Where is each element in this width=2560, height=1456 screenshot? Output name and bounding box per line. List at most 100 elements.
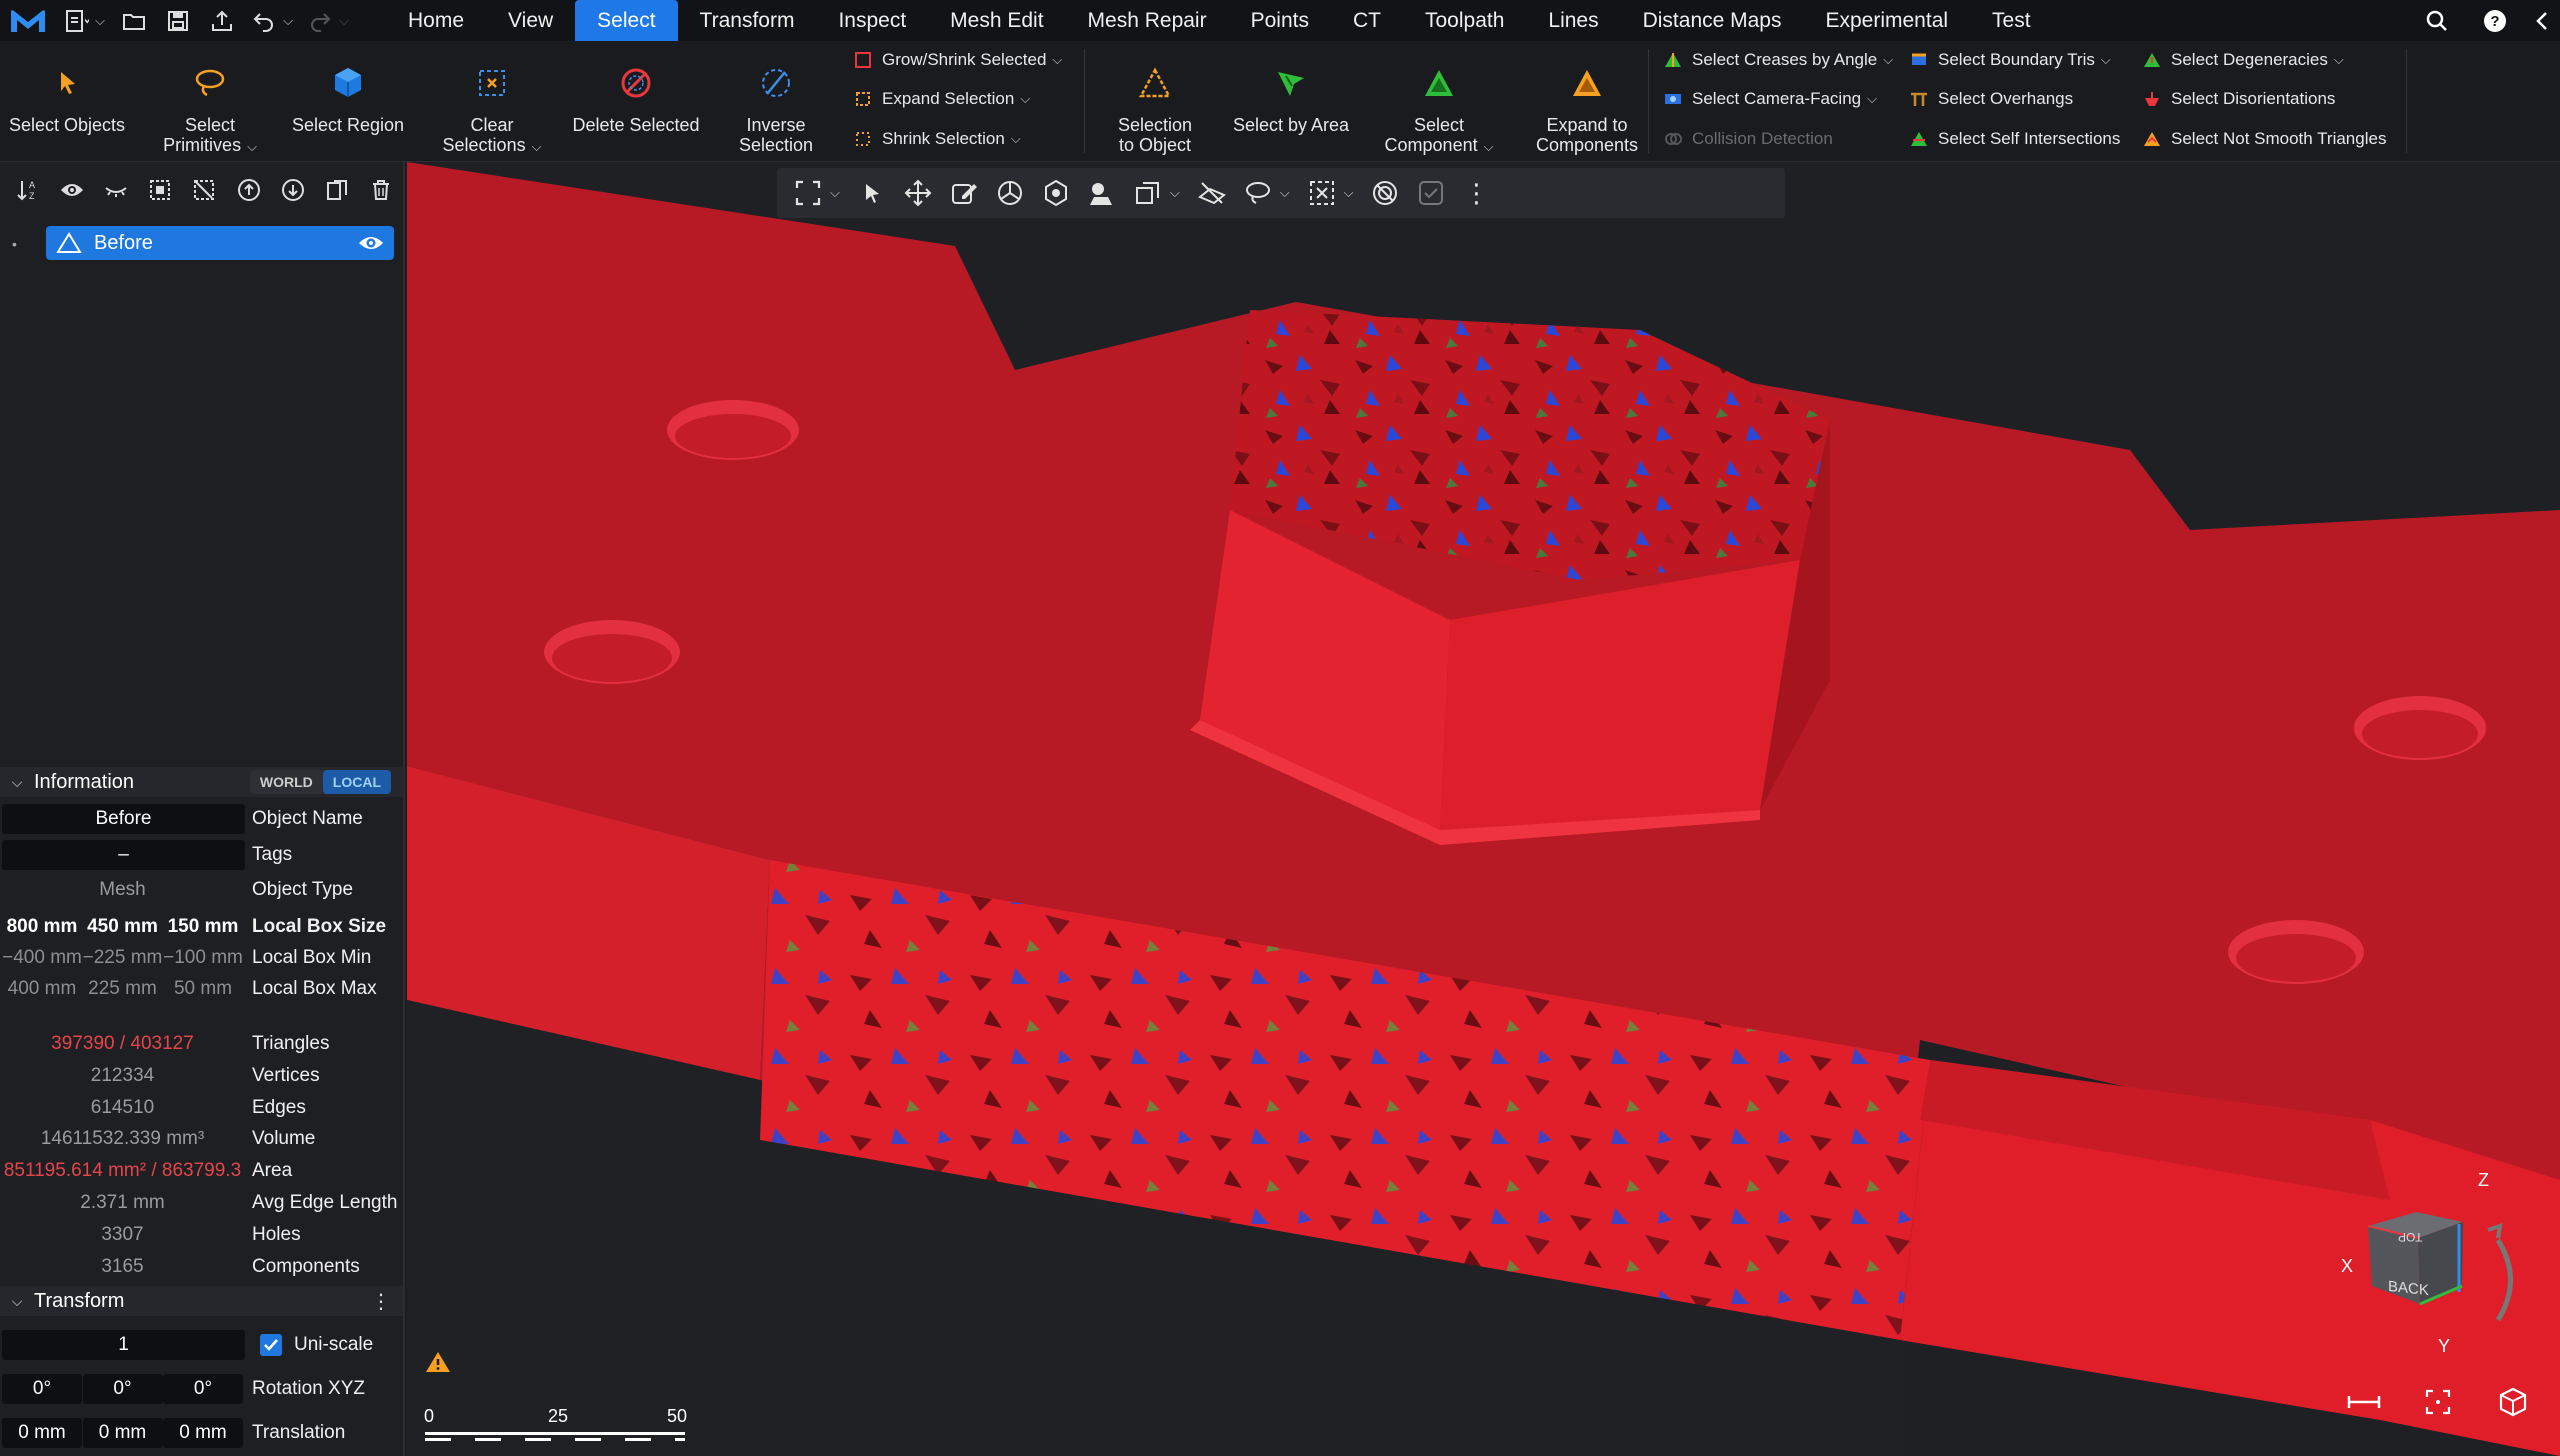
select-boundary-tris-button[interactable]: Select Boundary Tris ⌵ [1910,43,2111,77]
transform-header[interactable]: ⌵ Transform ⋮ [0,1286,403,1316]
sort-icon[interactable]: AZ [6,170,50,210]
expand-icon [854,90,872,108]
app-logo-icon[interactable] [0,0,56,41]
information-header[interactable]: ⌵ Information WORLD LOCAL [0,767,403,797]
save-icon[interactable] [156,0,200,41]
export-icon[interactable] [200,0,244,41]
fit-screen-icon[interactable] [2416,1380,2460,1424]
hide-plane-icon[interactable] [1189,171,1235,215]
uniscale-checkbox[interactable] [260,1333,282,1356]
nav-cube-face-top[interactable]: TOP [2398,1230,2422,1244]
move-icon[interactable] [895,171,941,215]
ribbon-divider [1084,49,1085,153]
camera-light-icon[interactable] [1079,171,1125,215]
scene-panel: AZ • Before ⌵ Information WORLD LOCAL Be… [0,162,405,1456]
lasso-select-icon[interactable]: ⌵ [1235,171,1299,215]
object-name-field[interactable]: Before [2,803,245,834]
redo-icon[interactable]: ⌵ [300,0,356,41]
select-component-button[interactable]: Select Component ⌵ [1384,41,1494,162]
expand-selection-button[interactable]: Expand Selection ⌵ [854,82,1030,116]
translation-y-input[interactable]: 0 mm [82,1417,163,1448]
trash-icon[interactable] [359,170,403,210]
measure-icon[interactable] [2342,1380,2386,1424]
tab-points[interactable]: Points [1229,0,1331,41]
select-camera-facing-button[interactable]: Select Camera-Facing ⌵ [1664,82,1877,116]
select-self-intersections-button[interactable]: Select Self Intersections [1910,122,2120,156]
new-file-icon[interactable]: ⌵ [56,0,112,41]
tags-field[interactable]: – [2,839,245,870]
tab-lines[interactable]: Lines [1526,0,1620,41]
rotation-z-input[interactable]: 0° [163,1373,243,1404]
warning-icon[interactable] [425,1350,451,1379]
select-cursor-icon[interactable] [849,171,895,215]
select-region-button[interactable]: Select Region [288,41,408,162]
select-all-icon[interactable] [138,170,182,210]
fit-view-icon[interactable]: ⌵ [785,171,849,215]
move-down-icon[interactable] [271,170,315,210]
help-icon[interactable]: ? [2466,0,2524,41]
transform-gizmo-icon[interactable] [1033,171,1079,215]
tab-inspect[interactable]: Inspect [816,0,928,41]
translation-x-input[interactable]: 0 mm [2,1417,82,1448]
apply-check-icon[interactable] [1408,171,1454,215]
rotate-icon[interactable] [987,171,1033,215]
tab-home[interactable]: Home [386,0,486,41]
scene-item-before[interactable]: Before [46,226,394,260]
axis-y-label: Y [2438,1336,2451,1356]
navigation-cube[interactable]: BACK TOP X Y Z [2338,1160,2560,1360]
open-folder-icon[interactable] [112,0,156,41]
tab-experimental[interactable]: Experimental [1803,0,1970,41]
translation-z-input[interactable]: 0 mm [163,1417,243,1448]
undo-icon[interactable]: ⌵ [244,0,300,41]
local-toggle[interactable]: LOCAL [322,770,391,794]
search-icon[interactable] [2408,0,2466,41]
select-creases-by-angle-button[interactable]: Select Creases by Angle ⌵ [1664,43,1893,77]
copy-view-icon[interactable]: ⌵ [1125,171,1189,215]
view-cube-icon[interactable] [2491,1380,2535,1424]
edit-surface-icon[interactable] [941,171,987,215]
tab-ct[interactable]: CT [1331,0,1403,41]
clear-selections-button[interactable]: Clear Selections ⌵ [432,41,552,162]
tab-toolpath[interactable]: Toolpath [1403,0,1526,41]
collision-detection-button[interactable]: Collision Detection [1664,122,1833,156]
eye-closed-icon[interactable] [94,170,138,210]
deselect-icon[interactable] [182,170,226,210]
select-overhangs-button[interactable]: Select Overhangs [1910,82,2073,116]
more-menu-icon[interactable]: ⋮ [1454,171,1498,215]
visibility-eye-icon[interactable] [358,233,384,253]
target-icon[interactable] [1362,171,1408,215]
select-not-smooth-triangles-button[interactable]: Select Not Smooth Triangles [2143,122,2386,156]
shrink-selection-button[interactable]: Shrink Selection ⌵ [854,122,1021,156]
tab-distance-maps[interactable]: Distance Maps [1621,0,1804,41]
duplicate-icon[interactable] [315,170,359,210]
grow-shrink-selected-button[interactable]: Grow/Shrink Selected ⌵ [854,43,1062,77]
not-smooth-icon [2143,130,2161,148]
tab-select[interactable]: Select [575,0,678,41]
select-primitives-button[interactable]: Select Primitives ⌵ [150,41,270,162]
more-options-icon[interactable]: ⋮ [371,1289,391,1314]
select-disorientations-button[interactable]: Select Disorientations [2143,82,2335,116]
tab-mesh-repair[interactable]: Mesh Repair [1066,0,1229,41]
rotation-x-input[interactable]: 0° [2,1373,82,1404]
selection-to-object-button[interactable]: Selection to Object [1100,41,1210,162]
select-objects-button[interactable]: Select Objects [6,41,128,162]
tab-test[interactable]: Test [1970,0,2053,41]
tab-transform[interactable]: Transform [678,0,817,41]
world-toggle[interactable]: WORLD [250,770,323,794]
expand-to-components-button[interactable]: Expand to Components [1520,41,1654,162]
tab-view[interactable]: View [486,0,575,41]
tab-mesh-edit[interactable]: Mesh Edit [928,0,1065,41]
select-by-area-button[interactable]: Select by Area [1224,41,1358,162]
collapse-icon[interactable] [2524,0,2560,41]
viewport-toolbar: ⌵ ⌵ ⌵ ⌵ ⋮ [777,168,1785,218]
inverse-selection-button[interactable]: Inverse Selection [716,41,836,162]
select-degeneracies-button[interactable]: Select Degeneracies ⌵ [2143,43,2344,77]
delete-selected-button[interactable]: Delete Selected [566,41,706,162]
vertices-row: 212334 Vertices [90,1064,320,1086]
box-deselect-icon[interactable]: ⌵ [1299,171,1363,215]
eye-icon[interactable] [50,170,94,210]
scale-input[interactable]: 1 [2,1329,245,1360]
rotation-y-input[interactable]: 0° [82,1373,163,1404]
move-up-icon[interactable] [227,170,271,210]
3d-viewport[interactable]: ⌵ ⌵ ⌵ ⌵ ⋮ [407,162,2560,1456]
